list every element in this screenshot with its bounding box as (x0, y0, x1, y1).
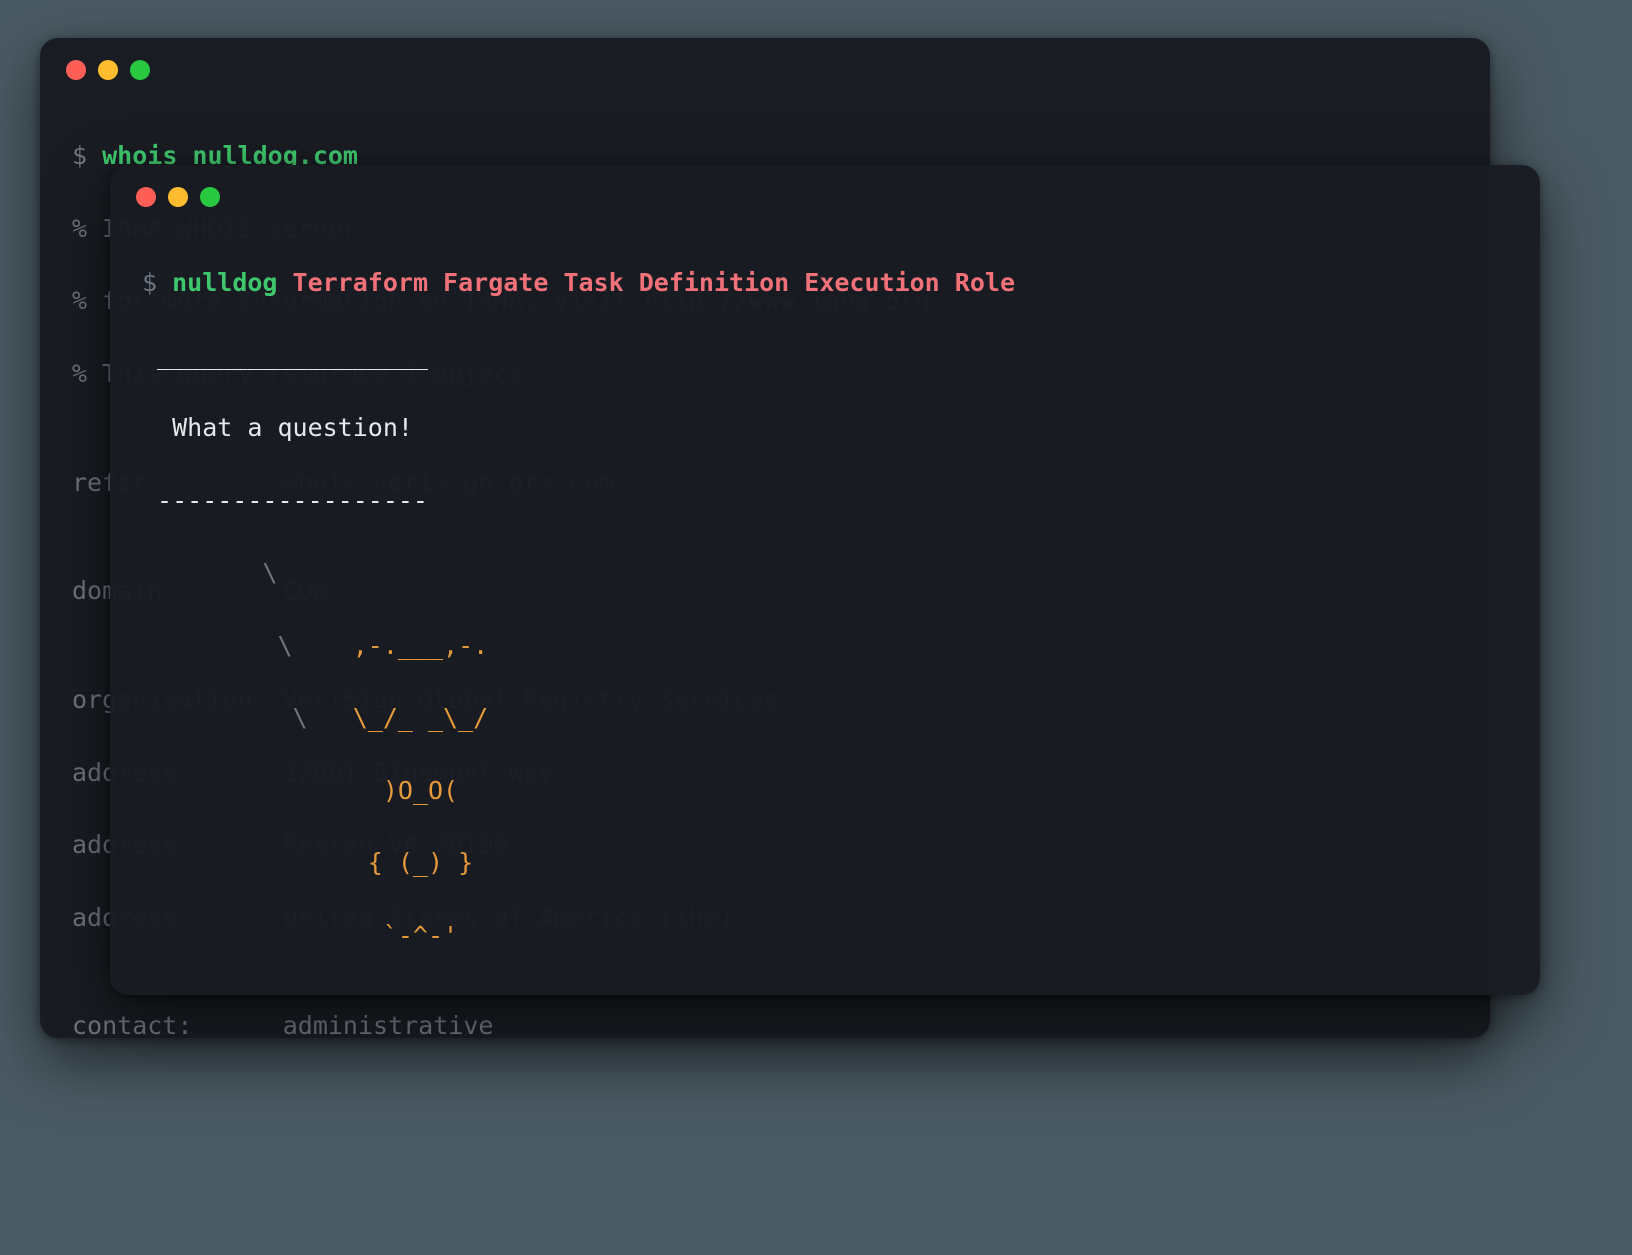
command-nulldog: nulldog (172, 268, 292, 297)
minimize-icon[interactable] (98, 60, 118, 80)
traffic-lights-back (40, 38, 1490, 86)
speech-bubble-text: What a question! (142, 410, 1508, 446)
terminal-front-body: $ nulldog Terraform Fargate Task Definit… (110, 213, 1540, 995)
zoom-icon[interactable] (130, 60, 150, 80)
close-icon[interactable] (136, 187, 156, 207)
speech-bubble-bottom: ------------------ (142, 483, 1508, 519)
ascii-tail: \ (142, 631, 353, 660)
ascii-tail: \ (142, 703, 353, 732)
minimize-icon[interactable] (168, 187, 188, 207)
close-icon[interactable] (66, 60, 86, 80)
traffic-lights-front (110, 165, 1540, 213)
dog-icon: )O_O( (353, 776, 458, 805)
output-line: contact: administrative (72, 1008, 1458, 1038)
dog-icon: { (_) } (353, 848, 473, 877)
dog-icon: ,-.___,-. (353, 631, 488, 660)
dog-icon: `-^-' (353, 921, 458, 950)
ascii-art-line: \ (142, 558, 277, 587)
zoom-icon[interactable] (200, 187, 220, 207)
speech-bubble-top: __________________ (142, 338, 1508, 374)
ascii-pad (142, 848, 353, 877)
prompt-symbol: $ (72, 141, 102, 170)
dog-icon: \_/_ _\_/ (353, 703, 488, 732)
ascii-pad (142, 776, 353, 805)
prompt-symbol: $ (142, 268, 172, 297)
ascii-pad (142, 921, 353, 950)
terminal-window-front: $ nulldog Terraform Fargate Task Definit… (110, 165, 1540, 995)
page-title: Terraform Fargate Task Definition Execut… (293, 268, 1015, 297)
